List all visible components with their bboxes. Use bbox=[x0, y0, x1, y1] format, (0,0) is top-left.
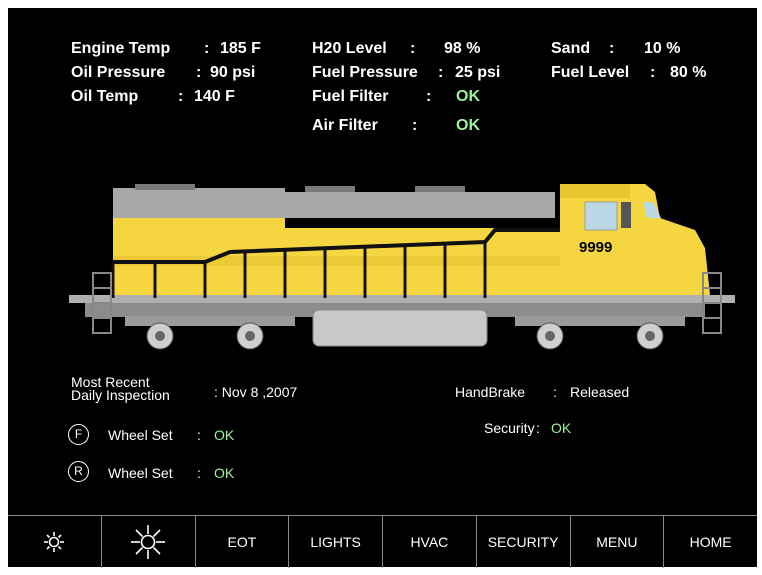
rear-wheel-value: OK bbox=[214, 465, 235, 481]
colon: : bbox=[197, 427, 201, 443]
colon: : bbox=[204, 40, 210, 57]
colon: : bbox=[650, 64, 656, 81]
oil-temp-label: Oil Temp bbox=[71, 88, 139, 105]
brightness-down-button[interactable] bbox=[8, 516, 102, 568]
rear-marker: R bbox=[68, 461, 89, 482]
security-button[interactable]: SECURITY bbox=[477, 516, 571, 568]
colon: : bbox=[438, 64, 444, 81]
cab-window bbox=[584, 201, 618, 231]
oil-pressure-value: 90 psi bbox=[210, 64, 256, 81]
menu-button[interactable]: MENU bbox=[571, 516, 665, 568]
fuel-filter-label: Fuel Filter bbox=[312, 88, 389, 105]
fuel-filter-value: OK bbox=[456, 88, 480, 105]
air-filter-label: Air Filter bbox=[312, 117, 378, 134]
colon: : bbox=[426, 88, 432, 105]
brightness-up-button[interactable] bbox=[102, 516, 196, 568]
rear-truck bbox=[515, 316, 685, 350]
rear-wheel-label: Wheel Set bbox=[108, 465, 173, 481]
oil-temp-value: 140 F bbox=[194, 88, 235, 105]
fuel-pressure-value: 25 psi bbox=[455, 64, 501, 81]
oil-pressure-label: Oil Pressure bbox=[71, 64, 166, 81]
security-label: Security bbox=[484, 420, 535, 436]
front-marker: F bbox=[68, 424, 89, 445]
lights-button[interactable]: LIGHTS bbox=[289, 516, 383, 568]
locomotive-number: 9999 bbox=[579, 239, 612, 256]
fuel-tank bbox=[312, 309, 488, 347]
fuel-pressure-label: Fuel Pressure bbox=[312, 64, 418, 81]
front-truck bbox=[125, 316, 295, 350]
colon: : bbox=[196, 64, 202, 81]
front-wheel-label: Wheel Set bbox=[108, 427, 173, 443]
fuel-level-label: Fuel Level bbox=[551, 64, 630, 81]
front-wheel-value: OK bbox=[214, 427, 235, 443]
fuel-level-value: 80 % bbox=[670, 64, 707, 81]
colon: : bbox=[553, 384, 557, 400]
handbrake-label: HandBrake bbox=[455, 384, 526, 400]
locomotive-image: 9999 bbox=[69, 184, 735, 350]
sand-value: 10 % bbox=[644, 40, 681, 57]
security-value: OK bbox=[551, 420, 572, 436]
colon: : bbox=[410, 40, 416, 57]
colon: : bbox=[178, 88, 184, 105]
brightness-low-icon bbox=[44, 532, 65, 552]
handbrake-value: Released bbox=[570, 384, 630, 400]
bottom-toolbar: EOT LIGHTS HVAC SECURITY MENU HOME bbox=[8, 515, 757, 568]
colon: : bbox=[197, 465, 201, 481]
sand-label: Sand bbox=[551, 40, 591, 57]
hood-roof-mid bbox=[285, 192, 555, 218]
colon: : bbox=[412, 117, 418, 134]
h2o-level-value: 98 % bbox=[444, 40, 481, 57]
colon: : bbox=[536, 420, 540, 436]
hood-roof bbox=[113, 188, 285, 218]
colon: : bbox=[609, 40, 615, 57]
inspection-date: : Nov 8 ,2007 bbox=[214, 384, 298, 400]
h2o-level-label: H20 Level bbox=[312, 40, 387, 57]
home-button[interactable]: HOME bbox=[664, 516, 757, 568]
brightness-high-icon bbox=[131, 525, 166, 559]
inspection-label-line2: Daily Inspection bbox=[71, 387, 170, 403]
hvac-button[interactable]: HVAC bbox=[383, 516, 477, 568]
engine-temp-value: 185 F bbox=[220, 40, 261, 57]
inspection-label: Most Recent Daily Inspection bbox=[71, 375, 170, 403]
engine-temp-label: Engine Temp bbox=[71, 40, 171, 57]
deck-frame bbox=[69, 295, 735, 303]
eot-button[interactable]: EOT bbox=[196, 516, 290, 568]
air-filter-value: OK bbox=[456, 117, 480, 134]
